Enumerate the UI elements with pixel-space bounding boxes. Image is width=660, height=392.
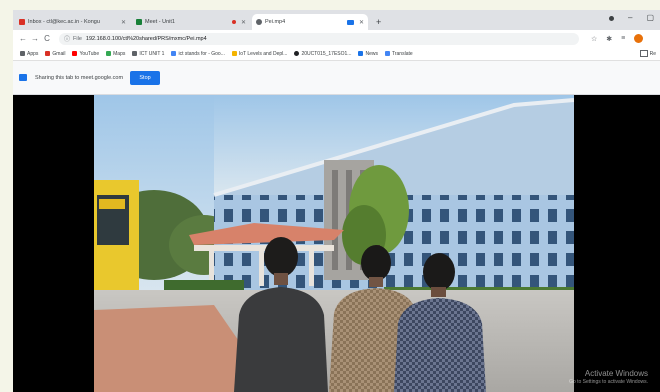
bookmark-20uct015[interactable]: 20UCT015_17ESO1... [294,51,351,57]
stop-sharing-button[interactable]: Stop [130,70,161,85]
address-bar[interactable]: ⓘ File 192.168.0.100/ctl%20shared/PRS/mx… [59,32,579,45]
maximize-button[interactable]: ▢ [646,13,654,22]
news-icon [358,51,364,56]
bookmark-translate[interactable]: Translate [384,50,413,57]
tab-title: Meet - Unit1 [145,19,175,25]
bookmark-label: Maps [113,50,126,57]
bookmark-label: Gmail [52,50,66,57]
translate-icon [384,51,390,56]
back-button[interactable]: ← [17,34,29,43]
bookmark-label: ICT UNIT 1 [139,50,165,57]
link-icon [132,51,138,56]
bookmark-apps[interactable]: Apps [20,51,38,57]
gmail-icon [45,51,51,56]
reload-button[interactable]: C [41,34,53,43]
tab-meet[interactable]: Meet - Unit1 ✕ [132,14,250,30]
forward-button[interactable]: → [29,34,41,43]
bookmark-ict-stands[interactable]: ict stands for - Goo... [171,50,225,57]
close-icon[interactable]: ✕ [118,19,126,26]
bookmark-label: Re [649,50,656,57]
bookmark-label: ict stands for - Goo... [178,50,225,57]
bookmark-label: News [365,50,378,57]
bookmark-label: Translate [391,50,413,57]
github-icon [294,51,300,56]
watermark-title: Activate Windows [584,369,648,378]
bookmark-label: 20UCT015_17ESO1... [301,50,352,57]
new-tab-button[interactable]: + [376,17,381,27]
bookmark-youtube[interactable]: YouTube [72,51,99,57]
page-icon [231,51,237,56]
folder-icon [639,50,648,57]
file-icon [256,19,262,25]
info-icon[interactable]: ⓘ [64,34,70,43]
video-frame [94,95,574,392]
bookmark-gmail[interactable]: Gmail [45,51,65,57]
profile-avatar[interactable] [634,34,644,43]
bookmark-label: YouTube [79,50,100,57]
tab-strip: Inbox - ctl@kec.ac.in - Kongu ✕ Meet - U… [13,10,660,30]
close-icon[interactable]: ✕ [238,19,246,26]
cast-icon [346,19,354,25]
google-icon [171,51,177,56]
bookmark-star-icon[interactable]: ☆ [591,35,597,43]
record-indicator-icon [608,16,614,21]
tab-title: Pei.mp4 [265,19,286,25]
meet-icon [136,19,142,25]
url-text: 192.168.0.100/ctl%20shared/PRS/mxmc/Pei.… [85,35,207,42]
window-controls: – ▢ [608,13,654,22]
minimize-button[interactable]: – [628,13,632,22]
sharing-message: Sharing this tab to meet.google.com [35,74,124,81]
tab-video[interactable]: Pei.mp4 ✕ [252,14,368,30]
maps-icon [106,51,112,56]
campus-scene-image [94,95,574,392]
video-player[interactable]: Activate Windows Go to Settings to activ… [13,95,660,392]
tab-title: Inbox - ctl@kec.ac.in - Kongu [28,19,100,25]
bookmark-news[interactable]: News [358,51,378,57]
extension-icon[interactable]: ✱ [606,35,612,43]
activate-windows-watermark: Activate Windows Go to Settings to activ… [569,369,648,387]
bookmarks-bar: Apps Gmail YouTube Maps ICT UNIT 1 ict s… [13,47,660,61]
toolbar-actions: ☆ ✱ ≡ [591,34,644,43]
reading-list-icon[interactable]: ≡ [621,35,625,42]
bookmark-iot-levels[interactable]: IoT Levels and Depl... [231,50,288,57]
bookmark-label: IoT Levels and Depl... [238,50,288,57]
recording-icon [231,20,236,24]
close-icon[interactable]: ✕ [356,19,364,26]
browser-window: Inbox - ctl@kec.ac.in - Kongu ✕ Meet - U… [13,10,660,392]
bookmark-label: Apps [27,50,39,57]
watermark-subtitle: Go to Settings to activate Windows. [569,379,648,385]
screen-share-icon [19,74,27,81]
gmail-icon [19,19,25,25]
toolbar: ← → C ⓘ File 192.168.0.100/ctl%20shared/… [13,30,660,47]
youtube-icon [72,51,78,56]
tab-sharing-bar: Sharing this tab to meet.google.com Stop [13,61,660,95]
bookmark-maps[interactable]: Maps [106,51,125,57]
url-scheme: File [73,35,82,42]
apps-icon [20,51,25,56]
bookmark-ict-unit1[interactable]: ICT UNIT 1 [132,51,164,57]
tab-inbox[interactable]: Inbox - ctl@kec.ac.in - Kongu ✕ [15,14,130,30]
other-bookmarks[interactable]: Re [639,50,656,57]
